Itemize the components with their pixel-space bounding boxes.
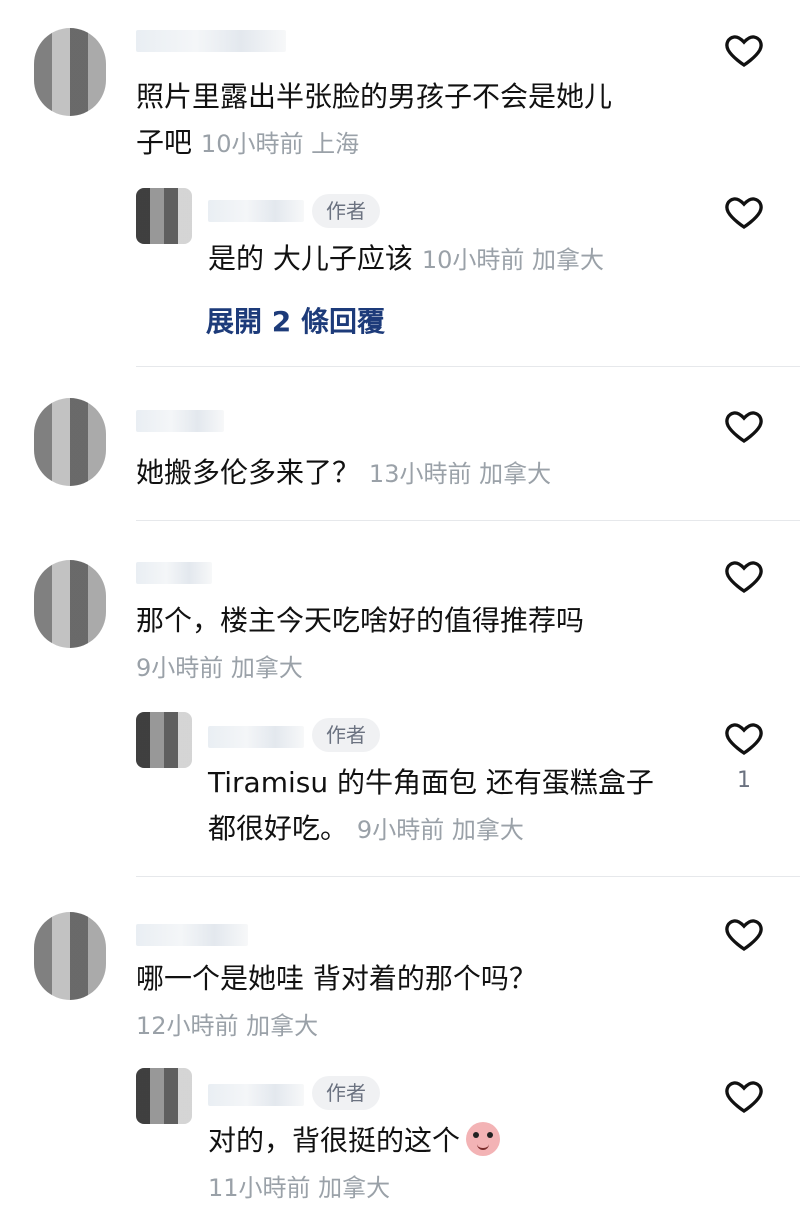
like-heart-icon[interactable] xyxy=(724,30,764,70)
like-heart-icon[interactable] xyxy=(724,406,764,446)
comment-text-line1: 照片里露出半张脸的男孩子不会是她儿 xyxy=(136,80,613,113)
reply-meta: 11小時前 加拿大 xyxy=(208,1174,391,1202)
author-avatar[interactable] xyxy=(136,1068,192,1124)
like-heart-icon[interactable] xyxy=(724,192,764,232)
user-avatar[interactable] xyxy=(34,28,106,116)
expand-replies-button[interactable]: 展開 2 條回覆 xyxy=(206,300,385,340)
reply-text: 对的，背很挺的这个 11小時前 加拿大 xyxy=(208,1118,728,1211)
comment-text: 她搬多伦多来了？ 13小時前 加拿大 xyxy=(136,450,696,497)
comment-meta: 12小時前 加拿大 xyxy=(136,1012,319,1040)
username[interactable] xyxy=(136,410,224,432)
comment-text-line1: 哪一个是她哇 背对着的那个吗？ xyxy=(136,962,537,995)
username[interactable] xyxy=(136,562,212,584)
reply-meta: 9小時前 加拿大 xyxy=(356,816,524,844)
comment-text-line1: 那个，楼主今天吃啥好的值得推荐吗 xyxy=(136,604,585,637)
username[interactable] xyxy=(136,30,286,52)
comment-divider xyxy=(136,876,800,877)
user-avatar[interactable] xyxy=(34,398,106,486)
reply-text-line2: 都很好吃。 xyxy=(208,812,349,845)
comment-divider xyxy=(136,520,800,521)
comment-meta: 10小時前 上海 xyxy=(200,130,360,158)
user-avatar[interactable] xyxy=(34,912,106,1000)
reply-text: Tiramisu 的牛角面包 还有蛋糕盒子 都很好吃。 9小時前 加拿大 xyxy=(208,760,708,853)
like-heart-icon[interactable] xyxy=(724,1076,764,1116)
author-badge: 作者 xyxy=(312,718,380,752)
reply-text-content: 是的 大儿子应该 xyxy=(208,242,413,275)
author-avatar[interactable] xyxy=(136,188,192,244)
author-badge: 作者 xyxy=(312,194,380,228)
comment-divider xyxy=(136,366,800,367)
like-heart-icon[interactable] xyxy=(724,718,764,758)
reply-meta: 10小時前 加拿大 xyxy=(421,246,604,274)
comment-meta: 13小時前 加拿大 xyxy=(368,460,552,488)
reply-text-line1: Tiramisu 的牛角面包 还有蛋糕盒子 xyxy=(208,766,654,799)
username[interactable] xyxy=(136,924,248,946)
comment-text-line1: 她搬多伦多来了？ xyxy=(136,456,361,489)
comment-text-line2: 子吧 xyxy=(136,126,193,159)
user-avatar[interactable] xyxy=(34,560,106,648)
author-badge: 作者 xyxy=(312,1076,380,1110)
author-avatar[interactable] xyxy=(136,712,192,768)
like-heart-icon[interactable] xyxy=(724,914,764,954)
reply-text-content: 对的，背很挺的这个 xyxy=(208,1124,461,1157)
comment-text: 照片里露出半张脸的男孩子不会是她儿 子吧 10小時前 上海 xyxy=(136,74,696,167)
author-username[interactable] xyxy=(208,200,304,222)
embarrassed-emoji-icon xyxy=(466,1122,501,1156)
comment-text: 那个，楼主今天吃啥好的值得推荐吗 9小時前 加拿大 xyxy=(136,598,696,691)
like-heart-icon[interactable] xyxy=(724,556,764,596)
reply-text: 是的 大儿子应该 10小時前 加拿大 xyxy=(208,236,708,283)
author-username[interactable] xyxy=(208,1084,304,1106)
comment-meta: 9小時前 加拿大 xyxy=(136,654,303,682)
like-count: 1 xyxy=(737,768,751,793)
comment-text: 哪一个是她哇 背对着的那个吗？ 12小時前 加拿大 xyxy=(136,956,696,1049)
author-username[interactable] xyxy=(208,726,304,748)
